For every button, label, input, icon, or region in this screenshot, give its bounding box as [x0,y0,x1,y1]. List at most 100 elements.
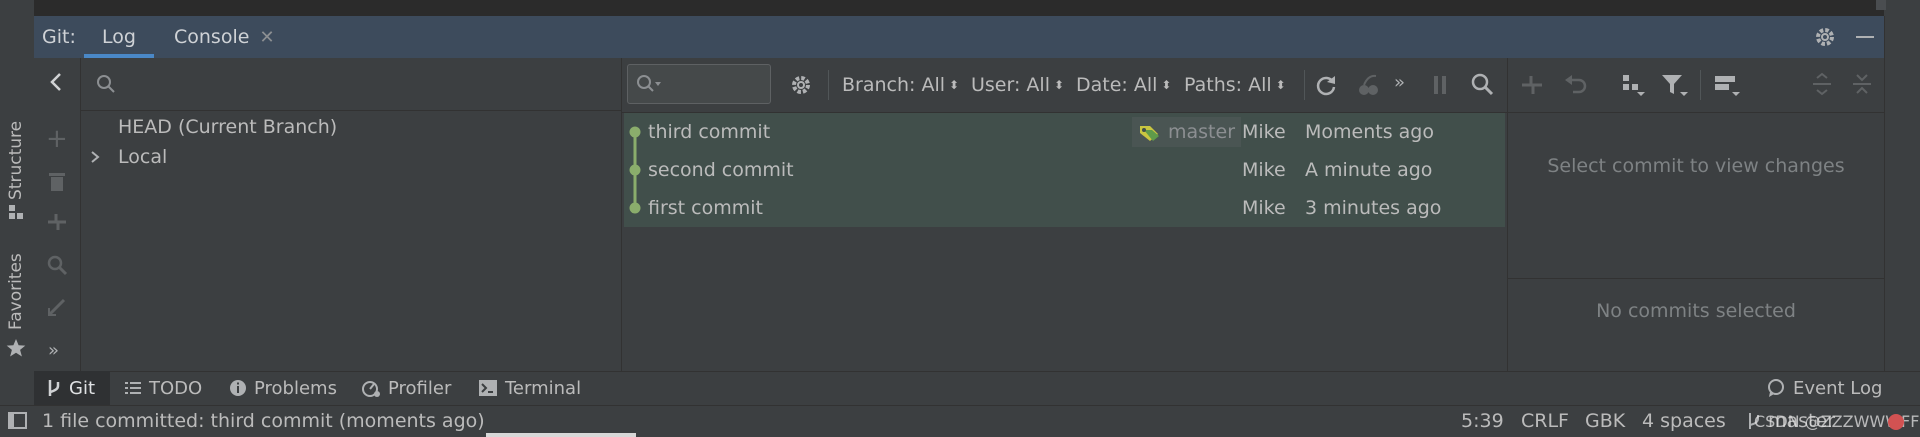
commit-date: A minute ago [1305,159,1433,181]
chevron-right-icon[interactable] [88,150,102,164]
branch-actions-toolbar: + » [34,58,80,371]
info-icon [230,380,246,396]
commit-row[interactable]: first commit Mike 3 minutes ago [624,189,1505,227]
left-tool-stripe: Structure Favorites [0,0,34,371]
paths-filter-label: Paths: All [1184,74,1272,96]
tab-console[interactable]: Console ✕ [174,16,275,58]
search-history-icon[interactable] [636,74,662,94]
layout-options-icon[interactable] [1712,72,1742,98]
search-branch-icon[interactable] [46,254,68,276]
add-branch-icon[interactable]: + [46,124,68,154]
list-icon [125,382,141,394]
favorites-stripe-button[interactable]: Favorites [6,253,30,364]
tab-log[interactable]: Log [84,16,154,58]
commit-graph [629,126,641,214]
right-tool-stripe [1884,16,1920,371]
tool-problems[interactable]: Problems [229,371,337,405]
cherry-pick-icon[interactable] [1356,73,1380,97]
editor-scrollbar[interactable] [1876,0,1886,10]
sort-arrows-icon: ⬍ [949,78,960,92]
file-encoding[interactable]: GBK [1585,405,1625,437]
graph-node [629,202,641,214]
branch-search-field[interactable] [96,64,616,104]
favorites-label: Favorites [6,253,26,330]
status-message[interactable]: 1 file committed: third commit (moments … [42,405,485,437]
revert-icon[interactable] [1564,72,1588,96]
branch-tree-item-local[interactable]: Local [88,142,167,172]
more-toolbar-icon[interactable]: » [1394,72,1405,93]
graph-node [629,164,641,176]
event-log-icon [1768,379,1784,397]
branch-filter[interactable]: Branch: All ⬍ [842,58,959,112]
toggle-tool-windows-icon[interactable] [8,412,28,435]
tool-todo[interactable]: TODO [124,371,202,405]
commit-details-panel [1508,58,1884,371]
caret-position[interactable]: 5:39 [1461,405,1504,437]
refresh-icon[interactable] [1314,73,1338,97]
branch-tree-label: HEAD (Current Branch) [118,116,338,138]
branch-tree-label: Local [118,146,168,168]
log-search-field[interactable] [627,64,771,104]
edit-icon[interactable] [46,296,68,318]
delete-branch-icon[interactable] [48,170,66,192]
commit-author: Mike [1242,197,1286,219]
more-actions-icon[interactable]: » [48,340,59,361]
paths-filter[interactable]: Paths: All ⬍ [1184,58,1286,112]
log-search-input[interactable] [662,72,766,96]
user-filter-label: User: All [971,74,1050,96]
tool-terminal[interactable]: Terminal [478,371,581,405]
tool-problems-label: Problems [254,377,337,399]
ref-name: master [1168,121,1236,143]
graph-node [629,126,641,138]
sort-arrows-icon: ⬍ [1275,78,1286,92]
tab-log-label: Log [102,26,136,48]
changes-placeholder: Select commit to view changes [1547,155,1845,177]
profiler-icon [362,381,380,397]
commit-date: 3 minutes ago [1305,197,1442,219]
structure-stripe-button[interactable]: Structure [6,100,30,225]
commit-row[interactable]: second commit Mike A minute ago [624,151,1505,189]
branch-tree-item-head[interactable]: HEAD (Current Branch) [118,112,337,142]
editor-area-strip [34,0,1884,16]
branch-filter-label: Branch: All [842,74,946,96]
user-filter[interactable]: User: All ⬍ [971,58,1064,112]
branches-panel [34,58,621,371]
log-settings-gear-icon[interactable] [790,74,812,96]
tool-todo-label: TODO [149,377,203,399]
status-progress-strip [486,433,636,437]
line-separator[interactable]: CRLF [1521,405,1569,437]
sort-arrows-icon: ⬍ [1053,78,1065,92]
git-branch-icon [48,380,60,396]
event-log-label: Event Log [1793,377,1883,399]
collapse-all-icon[interactable] [1850,72,1874,96]
details-placeholder: No commits selected [1596,300,1796,322]
commit-date: Moments ago [1305,121,1434,143]
search-icon[interactable] [1470,72,1494,96]
star-icon [6,339,26,357]
compare-icon[interactable] [1520,72,1544,96]
event-log-button[interactable]: Event Log [1766,371,1882,405]
gear-icon[interactable] [1814,26,1836,48]
tool-git[interactable]: Git [46,371,95,405]
commit-author: Mike [1242,121,1286,143]
close-tab-icon[interactable]: ✕ [259,27,274,48]
minimize-icon[interactable] [1856,36,1874,38]
branch-search-input[interactable] [124,72,608,96]
commit-author: Mike [1242,159,1286,181]
compare-branch-icon[interactable] [46,210,68,232]
group-by-icon[interactable] [1620,72,1646,98]
expand-all-icon[interactable] [1810,72,1834,96]
git-tool-window-header: Git: Log Console ✕ [34,16,1884,58]
tool-terminal-label: Terminal [505,377,582,399]
structure-label: Structure [6,120,26,200]
terminal-icon [479,380,497,396]
notification-badge[interactable] [1888,414,1904,430]
tab-console-label: Console [174,26,250,48]
collapse-panel-icon[interactable] [48,72,64,92]
indent-setting[interactable]: 4 spaces [1642,405,1726,437]
pause-icon[interactable] [1430,74,1450,96]
date-filter[interactable]: Date: All ⬍ [1076,58,1171,112]
commit-row[interactable]: third commit master Mike Moments ago [624,113,1505,151]
filter-icon[interactable] [1660,72,1690,98]
tool-profiler[interactable]: Profiler [361,371,451,405]
